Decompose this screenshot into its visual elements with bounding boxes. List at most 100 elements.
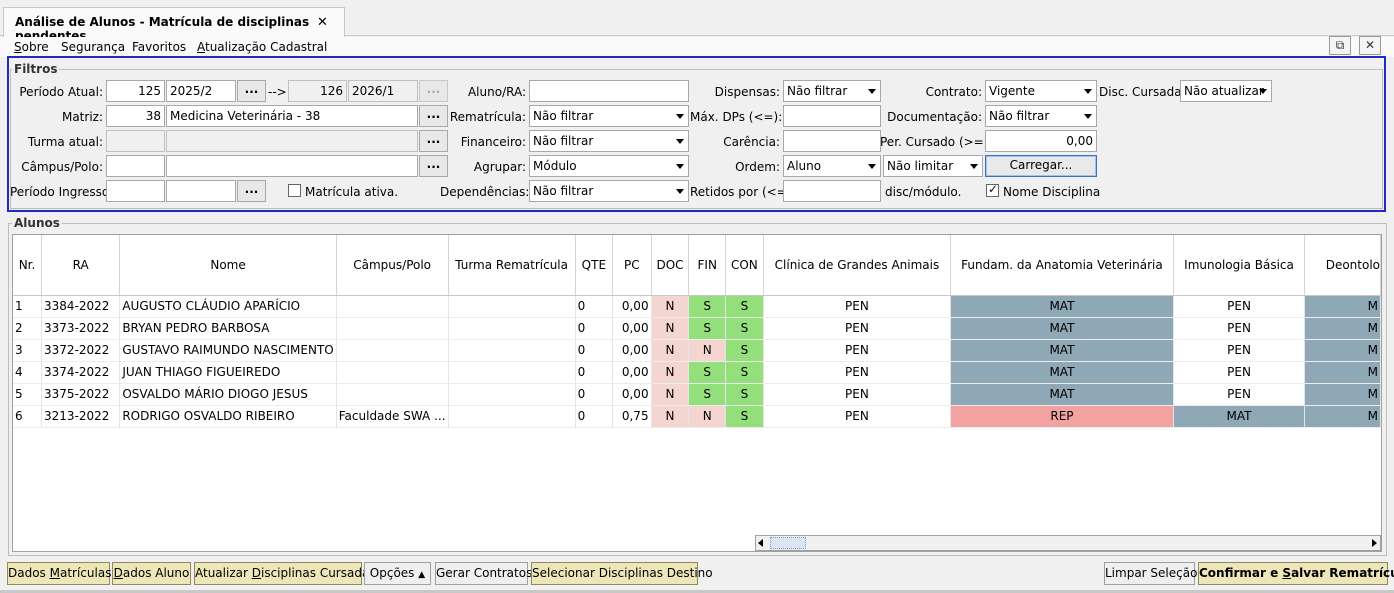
table-cell[interactable]: 3374-2022 [41, 361, 121, 384]
close-window-icon[interactable]: ✕ [1359, 36, 1381, 55]
campus-field[interactable] [166, 155, 418, 177]
table-cell[interactable] [336, 383, 449, 406]
table-cell[interactable]: S [688, 383, 726, 406]
table-cell[interactable]: 0,00 [612, 361, 652, 384]
table-cell[interactable]: 3373-2022 [41, 317, 121, 340]
dados-matriculas-button[interactable]: Dados Matrículas [7, 562, 111, 585]
table-cell[interactable]: BRYAN PEDRO BARBOSA [119, 317, 337, 340]
table-cell[interactable] [448, 295, 576, 318]
table-cell[interactable]: PEN [1173, 361, 1306, 384]
column-header[interactable]: Câmpus/Polo [336, 235, 449, 296]
ingresso-field[interactable] [166, 180, 236, 202]
table-cell[interactable]: 0 [575, 383, 614, 406]
table-cell[interactable]: MAT [950, 383, 1174, 406]
gerar-contratos-button[interactable]: Gerar Contratos [435, 562, 532, 585]
tab-close-icon[interactable]: ✕ [317, 15, 328, 30]
table-cell[interactable]: S [688, 317, 726, 340]
table-cell[interactable]: PEN [763, 295, 952, 318]
table-cell[interactable]: 0 [575, 295, 614, 318]
table-cell[interactable]: 0 [575, 339, 614, 362]
table-cell[interactable]: M [1304, 317, 1381, 340]
table-cell[interactable]: PEN [763, 339, 952, 362]
table-cell[interactable]: PEN [1173, 339, 1306, 362]
table-cell[interactable]: S [725, 361, 764, 384]
table-cell[interactable]: 3375-2022 [41, 383, 121, 406]
limitar-select[interactable]: Não limitar [883, 155, 983, 177]
table-cell[interactable]: M [1304, 295, 1381, 318]
table-cell[interactable]: S [688, 361, 726, 384]
table-cell[interactable]: GUSTAVO RAIMUNDO NASCIMENTO [119, 339, 337, 362]
table-cell[interactable]: N [651, 295, 690, 318]
table-cell[interactable]: 3372-2022 [41, 339, 121, 362]
periodo-atual-code-field[interactable]: 125 [106, 80, 165, 102]
table-row[interactable]: 2 3373-2022 BRYAN PEDRO BARBOSA 0 0,00 N S S PEN… [13, 317, 1381, 340]
selecionar-disciplinas-button[interactable]: Selecionar Disciplinas Destino [531, 562, 713, 585]
table-cell[interactable]: N [651, 317, 690, 340]
limpar-selecao-button[interactable]: Limpar Seleção [1104, 562, 1197, 585]
per-cursado-input[interactable]: 0,00 [985, 130, 1097, 152]
table-cell[interactable]: MAT [950, 317, 1174, 340]
column-header[interactable]: Nr. [13, 235, 43, 296]
column-header[interactable]: RA [41, 235, 121, 296]
retidos-input[interactable] [783, 180, 881, 202]
carregar-button[interactable]: Carregar... [985, 155, 1097, 177]
agrupar-select[interactable]: Módulo [529, 155, 689, 177]
table-cell[interactable]: PEN [763, 361, 952, 384]
table-cell[interactable]: N [688, 339, 726, 362]
table-cell[interactable]: 5 [13, 383, 43, 406]
column-header[interactable]: Turma Rematrícula [448, 235, 576, 296]
table-cell[interactable]: 0 [575, 405, 614, 428]
column-header[interactable]: FIN [688, 235, 726, 296]
disc-cursadas-select[interactable]: Não atualizar [1180, 80, 1272, 102]
table-cell[interactable]: MAT [950, 295, 1174, 318]
table-cell[interactable]: 1 [13, 295, 43, 318]
table-cell[interactable]: PEN [1173, 317, 1306, 340]
column-header[interactable]: DOC [651, 235, 690, 296]
dependencias-select[interactable]: Não filtrar [529, 180, 689, 202]
table-cell[interactable]: MAT [950, 361, 1174, 384]
table-cell[interactable] [448, 361, 576, 384]
campus-code-field[interactable] [106, 155, 165, 177]
table-cell[interactable]: N [688, 405, 726, 428]
table-cell[interactable]: 0,00 [612, 295, 652, 318]
menu-favoritos[interactable]: Favoritos [132, 40, 186, 54]
table-cell[interactable]: RODRIGO OSVALDO RIBEIRO [119, 405, 337, 428]
aluno-ra-input[interactable] [529, 80, 689, 102]
column-header[interactable]: Clínica de Grandes Animais [763, 235, 952, 296]
column-header[interactable]: PC [612, 235, 652, 296]
column-header[interactable]: Nome [119, 235, 337, 296]
table-cell[interactable] [448, 405, 576, 428]
table-cell[interactable] [336, 295, 449, 318]
table-cell[interactable] [448, 383, 576, 406]
tab-analise-alunos[interactable]: Análise de Alunos - Matrícula de discipl… [3, 7, 345, 43]
table-cell[interactable]: S [725, 317, 764, 340]
table-cell[interactable]: PEN [763, 405, 952, 428]
table-cell[interactable]: AUGUSTO CLÁUDIO APARÍCIO [119, 295, 337, 318]
table-row[interactable]: 5 3375-2022 OSVALDO MÁRIO DIOGO JESUS 0 0,00… [13, 383, 1381, 406]
table-cell[interactable]: M [1304, 361, 1381, 384]
table-cell[interactable] [336, 339, 449, 362]
table-cell[interactable]: 3213-2022 [41, 405, 121, 428]
table-cell[interactable]: PEN [763, 383, 952, 406]
table-cell[interactable]: 0 [575, 361, 614, 384]
table-cell[interactable] [448, 339, 576, 362]
horizontal-scrollbar[interactable] [755, 535, 1381, 551]
table-cell[interactable]: S [725, 339, 764, 362]
table-cell[interactable]: Faculdade SWA ... [336, 405, 449, 428]
column-header[interactable]: QTE [575, 235, 614, 296]
ingresso-code-field[interactable] [106, 180, 165, 202]
table-cell[interactable]: 3384-2022 [41, 295, 121, 318]
menu-seguranca[interactable]: Segurança [61, 40, 125, 54]
table-cell[interactable]: M [1304, 405, 1381, 428]
dispensas-select[interactable]: Não filtrar [783, 80, 881, 102]
table-cell[interactable]: M [1304, 383, 1381, 406]
table-cell[interactable]: 2 [13, 317, 43, 340]
popout-icon[interactable]: ⧉ [1329, 36, 1351, 55]
table-row[interactable]: 3 3372-2022 GUSTAVO RAIMUNDO NASCIMENTO 0 0,… [13, 339, 1381, 362]
table-cell[interactable]: PEN [1173, 295, 1306, 318]
matriz-field[interactable]: Medicina Veterinária - 38 [166, 105, 418, 127]
scroll-thumb[interactable] [770, 537, 806, 549]
nome-disciplina-checkbox[interactable] [986, 182, 999, 197]
table-cell[interactable]: OSVALDO MÁRIO DIOGO JESUS [119, 383, 337, 406]
table-row[interactable]: 4 3374-2022 JUAN THIAGO FIGUEIREDO 0 0,00 N S S… [13, 361, 1381, 384]
